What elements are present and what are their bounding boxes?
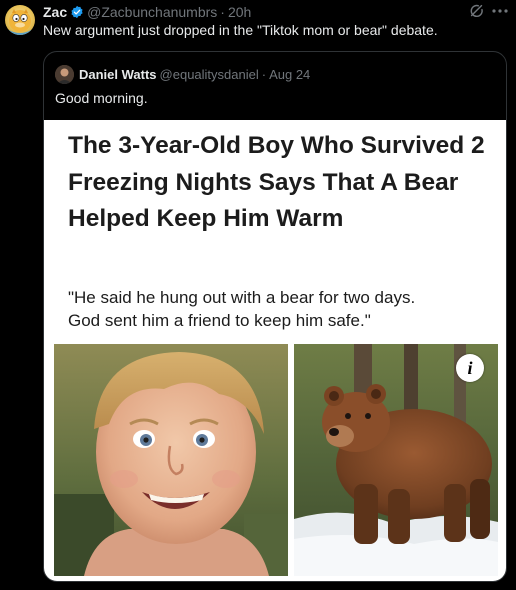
article-screenshot[interactable]: The 3-Year-Old Boy Who Survived 2 Freezi… — [44, 120, 506, 581]
grok-icon[interactable] — [468, 2, 486, 20]
article-quote-line-1: "He said he hung out with a bear for two… — [68, 288, 416, 307]
author-name[interactable]: Zac — [43, 4, 67, 20]
article-quote-line-2: God sent him a friend to keep him safe." — [68, 311, 371, 330]
quoted-avatar-image — [55, 65, 74, 84]
quoted-author-handle[interactable]: @equalitysdaniel — [160, 67, 259, 82]
author-avatar[interactable] — [5, 5, 35, 35]
author-handle[interactable]: @Zacbunchanumbrs — [87, 4, 217, 20]
quoted-header-separator: · — [261, 66, 267, 82]
tweet[interactable]: Zac @Zacbunchanumbrs · 20h New argument … — [0, 0, 516, 590]
quoted-tweet-text: Good morning. — [55, 90, 148, 106]
quoted-tweet-date[interactable]: Aug 24 — [269, 67, 310, 82]
quoted-tweet-card[interactable]: Daniel Watts @equalitysdaniel · Aug 24 G… — [43, 51, 507, 582]
garfield-avatar-image — [9, 9, 31, 35]
header-separator: · — [220, 4, 225, 20]
verified-badge-icon — [71, 5, 83, 19]
tweet-header: Zac @Zacbunchanumbrs · 20h — [43, 3, 251, 21]
quoted-tweet-header: Daniel Watts @equalitysdaniel · Aug 24 — [79, 65, 310, 83]
tweet-timestamp[interactable]: 20h — [228, 4, 251, 20]
smiling-boy-photo — [54, 344, 288, 576]
quoted-author-name[interactable]: Daniel Watts — [79, 67, 157, 82]
more-options-icon[interactable] — [490, 2, 510, 20]
quoted-author-avatar[interactable] — [55, 65, 74, 84]
article-headline: The 3-Year-Old Boy Who Survived 2 Freezi… — [68, 132, 485, 232]
info-icon[interactable]: i — [456, 354, 484, 382]
tweet-text: New argument just dropped in the "Tiktok… — [43, 22, 438, 38]
